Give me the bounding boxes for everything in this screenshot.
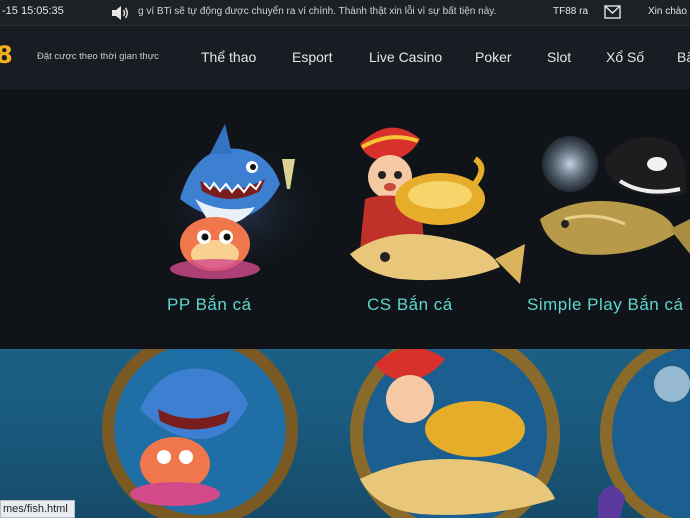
nav-item-lottery[interactable]: Xổ Số xyxy=(606,49,644,65)
announcement-marquee: g ví BTi sẽ tự động được chuyển ra ví ch… xyxy=(138,6,497,17)
fortune-god-goldfish-icon xyxy=(350,127,525,284)
orca-goldfish-icon xyxy=(540,136,690,255)
nav-item-poker[interactable]: Poker xyxy=(475,49,512,65)
game-card-simple-play[interactable]: Simple Play Bắn cá xyxy=(525,89,690,349)
logo[interactable]: 8 xyxy=(0,41,13,69)
shark-pufferfish-icon xyxy=(150,124,330,279)
game-name[interactable]: Simple Play Bắn cá xyxy=(527,295,683,315)
nav-item-sports[interactable]: Thể thao xyxy=(201,49,256,65)
status-url: mes/fish.html xyxy=(0,500,75,518)
game-name[interactable]: PP Bắn cá xyxy=(167,295,252,315)
tagline: Đặt cược theo thời gian thực xyxy=(37,51,159,62)
user-greeting[interactable]: Xin chào xyxy=(648,6,687,17)
game-card-cs[interactable]: CS Bắn cá xyxy=(330,89,530,349)
nav-item-esport[interactable]: Esport xyxy=(292,49,332,65)
fishing-banner xyxy=(0,349,690,518)
banner-artwork xyxy=(102,349,690,518)
messages-link[interactable]: TF88 ra xyxy=(553,6,588,17)
game-card-pp[interactable]: PP Bắn cá xyxy=(140,89,340,349)
nav-item-live-casino[interactable]: Live Casino xyxy=(369,49,442,65)
datetime: -15 15:05:35 xyxy=(2,5,64,17)
nav-item-slot[interactable]: Slot xyxy=(547,49,571,65)
nav-item-fishing[interactable]: Bắ xyxy=(677,49,690,65)
fishing-games-panel: PP Bắn cá CS Bắn cá Simple Play Bắn cá xyxy=(0,89,690,349)
game-name[interactable]: CS Bắn cá xyxy=(367,295,453,315)
main-nav: 8 Đặt cược theo thời gian thực Thể thao … xyxy=(0,27,690,89)
top-bar: -15 15:05:35 g ví BTi sẽ tự động được ch… xyxy=(0,0,690,26)
speaker-icon[interactable] xyxy=(110,4,130,22)
mail-icon[interactable] xyxy=(604,5,621,19)
